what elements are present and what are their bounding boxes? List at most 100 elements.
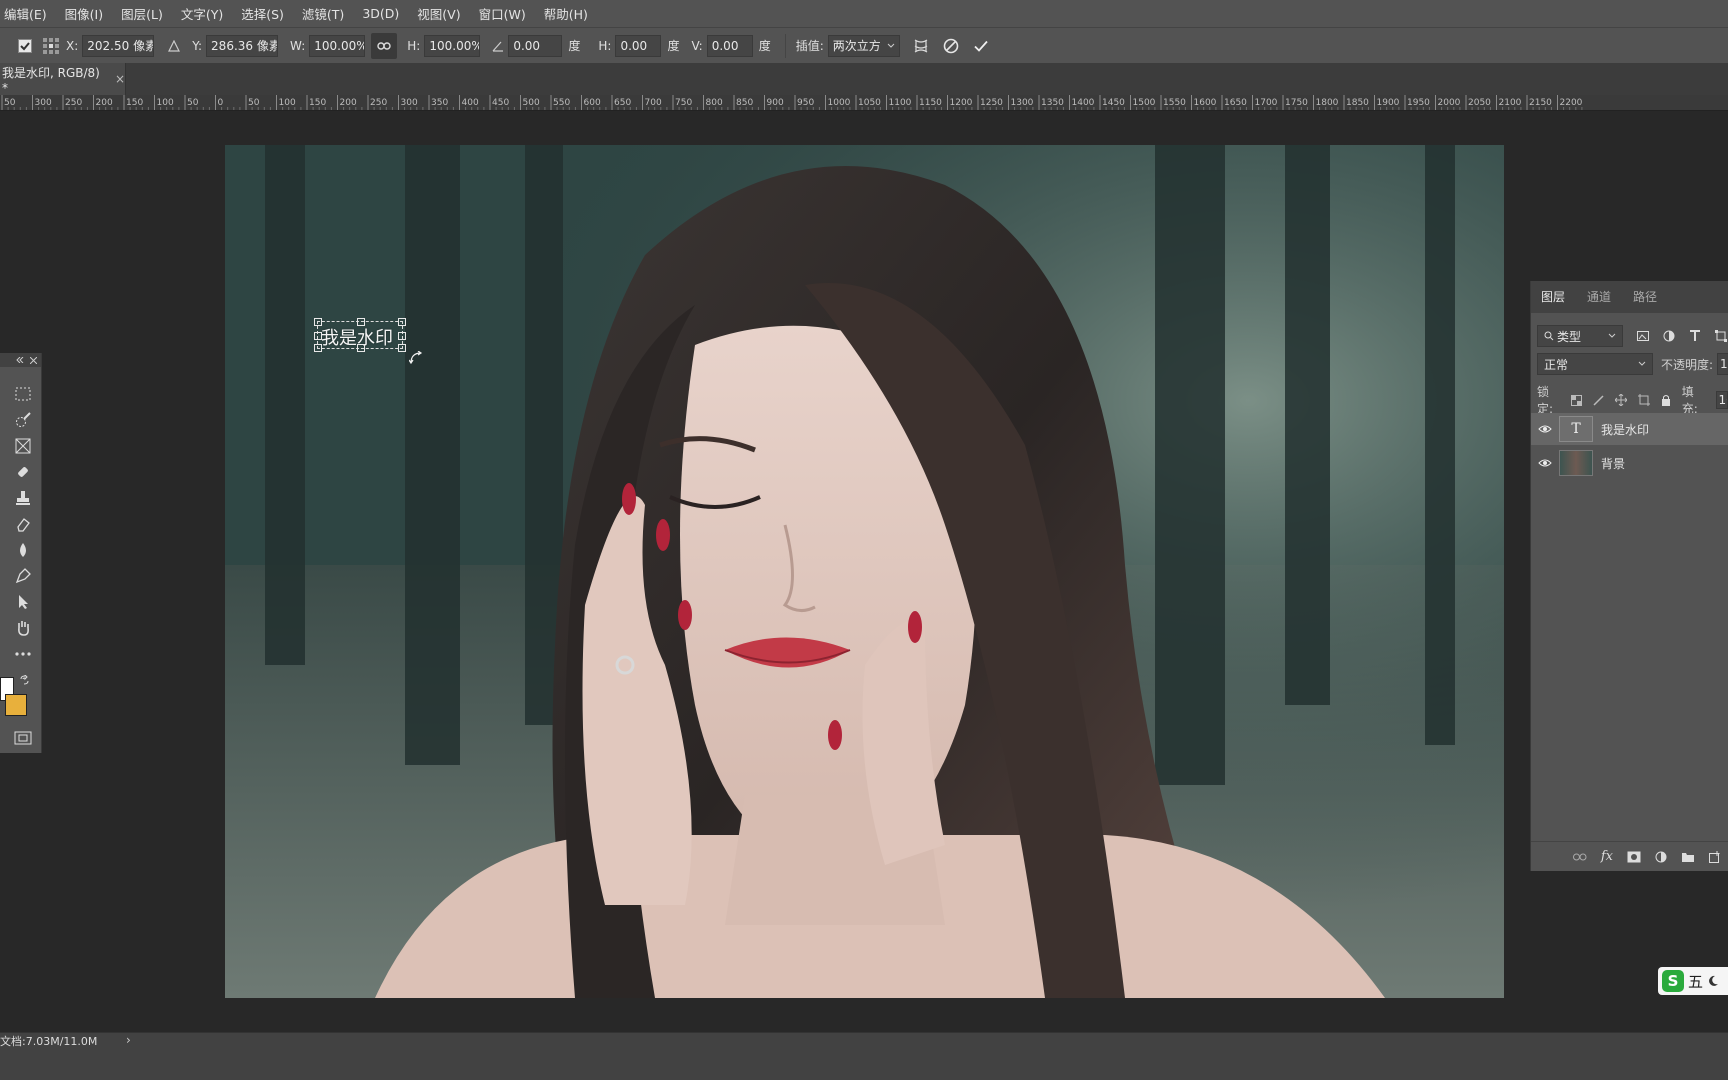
reference-point-icon[interactable] (38, 33, 64, 59)
close-icon[interactable] (30, 356, 37, 364)
lock-all-icon[interactable] (1661, 394, 1671, 406)
ruler-tick-label: 250 (65, 98, 82, 108)
lock-transparency-icon[interactable] (1570, 394, 1582, 406)
transform-handle[interactable] (398, 332, 406, 340)
eye-icon[interactable] (1531, 458, 1559, 468)
warp-mode-icon[interactable] (908, 33, 934, 59)
fill-field[interactable]: 10 (1715, 391, 1728, 409)
filter-adjustment-icon[interactable] (1663, 330, 1675, 342)
layer-name[interactable]: 我是水印 (1601, 421, 1649, 438)
transform-handle[interactable] (314, 344, 322, 352)
menu-item[interactable]: 编辑(E) (4, 4, 47, 23)
frame-tool-icon[interactable] (12, 435, 34, 457)
ruler-tick-label: 300 (401, 98, 418, 108)
new-layer-icon[interactable] (1709, 850, 1721, 863)
menu-item[interactable]: 滤镜(T) (302, 4, 344, 23)
eye-icon[interactable] (1531, 424, 1559, 434)
menu-item[interactable]: 视图(V) (417, 4, 460, 23)
ruler-tick-label: 750 (675, 98, 692, 108)
ruler-tick-label: 950 (797, 98, 814, 108)
layers-panel-tabs: 图层 通道 路径 (1531, 281, 1728, 313)
transform-handle[interactable] (314, 332, 322, 340)
tab-channels[interactable]: 通道 (1577, 288, 1623, 313)
eraser-tool-icon[interactable] (12, 513, 34, 535)
link-layers-icon[interactable] (1572, 853, 1587, 861)
transform-handle[interactable] (314, 318, 322, 326)
opacity-field[interactable]: 10 (1717, 353, 1728, 375)
lock-move-icon[interactable] (1614, 394, 1627, 406)
skew-v-field[interactable]: 0.00 (706, 34, 753, 57)
quick-selection-tool-icon[interactable] (12, 409, 34, 431)
skew-v-unit: 度 (758, 39, 771, 53)
portrait-photo (225, 145, 1504, 998)
collapse-icon[interactable] (16, 357, 24, 363)
status-menu-arrow-icon[interactable]: › (126, 1033, 131, 1047)
more-tools-icon[interactable] (12, 643, 34, 665)
interpolation-label: 插值: (795, 39, 824, 53)
menu-item[interactable]: 图层(L) (121, 4, 163, 23)
ruler-tick-label: 50 (4, 98, 16, 108)
ime-status-badge[interactable]: S 五 (1658, 967, 1728, 995)
transform-handle[interactable] (357, 344, 365, 352)
ruler-tick-label: 150 (126, 98, 143, 108)
layer-row-background[interactable]: 背景 (1531, 447, 1728, 479)
menu-item[interactable]: 文字(Y) (181, 4, 223, 23)
fill-label: 填充: (1681, 385, 1698, 416)
tab-layers[interactable]: 图层 (1531, 288, 1577, 313)
lock-paint-icon[interactable] (1593, 394, 1604, 406)
document-tab[interactable]: 我是水印, RGB/8) * × (0, 63, 126, 95)
adjustment-layer-icon[interactable] (1655, 851, 1667, 863)
filter-pixel-icon[interactable] (1637, 331, 1649, 341)
menu-item[interactable]: 帮助(H) (544, 4, 588, 23)
marquee-tool-icon[interactable] (12, 383, 34, 405)
reference-checkbox[interactable] (12, 33, 38, 59)
stamp-tool-icon[interactable] (12, 487, 34, 509)
add-mask-icon[interactable] (1627, 851, 1641, 863)
transform-handle[interactable] (357, 318, 365, 326)
layer-name[interactable]: 背景 (1601, 455, 1625, 472)
menu-item[interactable]: 3D(D) (362, 6, 399, 21)
lock-artboard-icon[interactable] (1637, 394, 1650, 406)
blend-mode-select[interactable]: 正常 (1537, 353, 1653, 375)
menu-item[interactable]: 图像(I) (65, 4, 103, 23)
menu-item[interactable]: 选择(S) (241, 4, 284, 23)
height-field[interactable]: 100.00% (424, 34, 481, 57)
blend-mode-value: 正常 (1544, 357, 1569, 372)
path-selection-tool-icon[interactable] (12, 591, 34, 613)
cancel-transform-icon[interactable] (938, 33, 964, 59)
transform-handle[interactable] (398, 318, 406, 326)
canvas-area[interactable]: 我是水印 (0, 111, 1728, 1032)
swap-colors-icon[interactable] (20, 675, 30, 685)
y-position-field[interactable]: 286.36 像素 (206, 34, 279, 57)
filter-type-icon[interactable] (1689, 330, 1701, 342)
fx-icon[interactable]: fx (1601, 849, 1613, 864)
delta-icon[interactable] (168, 39, 181, 52)
link-icon[interactable] (371, 32, 398, 59)
ruler-tick-label: 50 (248, 98, 260, 108)
rotate-field[interactable]: 0.00 (508, 34, 563, 57)
width-field[interactable]: 100.00% (309, 34, 366, 57)
new-group-icon[interactable] (1681, 851, 1695, 863)
pen-tool-icon[interactable] (12, 565, 34, 587)
photo-canvas[interactable] (225, 145, 1504, 998)
interpolation-select[interactable]: 两次立方 (827, 34, 900, 57)
ruler-tick-label: 1850 (1346, 98, 1369, 108)
tab-paths[interactable]: 路径 (1623, 288, 1669, 313)
filter-shape-icon[interactable] (1715, 330, 1727, 342)
close-icon[interactable]: × (115, 72, 125, 86)
transform-handle[interactable] (398, 344, 406, 352)
watermark-transform-box[interactable]: 我是水印 (314, 318, 406, 352)
background-color-swatch[interactable] (5, 694, 27, 716)
ruler-tick-label: 1350 (1041, 98, 1064, 108)
x-position-field[interactable]: 202.50 像素 (82, 34, 155, 57)
healing-brush-tool-icon[interactable] (12, 461, 34, 483)
ruler-tick-label: 1600 (1194, 98, 1217, 108)
menu-item[interactable]: 窗口(W) (479, 4, 526, 23)
layer-filter-select[interactable]: 类型 (1537, 325, 1623, 347)
blur-tool-icon[interactable] (12, 539, 34, 561)
hand-tool-icon[interactable] (12, 617, 34, 639)
layer-row-watermark[interactable]: T 我是水印 (1531, 413, 1728, 445)
screen-mode-icon[interactable] (14, 731, 32, 745)
commit-transform-icon[interactable] (968, 33, 994, 59)
skew-h-field[interactable]: 0.00 (615, 34, 662, 57)
